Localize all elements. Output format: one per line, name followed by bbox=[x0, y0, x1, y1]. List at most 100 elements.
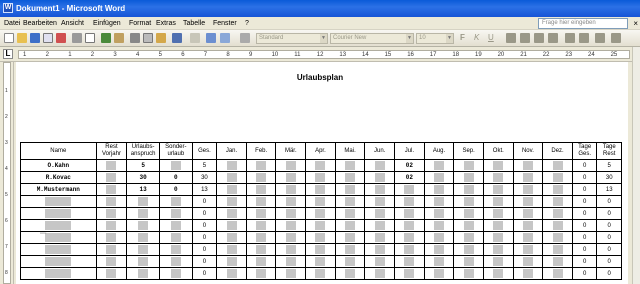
bold-button[interactable]: F bbox=[460, 33, 465, 43]
form-field-shading[interactable] bbox=[256, 269, 267, 278]
form-field-shading[interactable] bbox=[45, 269, 72, 278]
rest-vorjahr-cell[interactable] bbox=[95, 171, 128, 184]
bullets-icon[interactable] bbox=[579, 33, 589, 43]
font-size-dropdown[interactable]: 10 ▼ bbox=[416, 33, 454, 44]
form-field-shading[interactable] bbox=[493, 209, 504, 218]
justify-icon[interactable] bbox=[548, 33, 558, 43]
month-cell[interactable] bbox=[453, 207, 484, 220]
month-cell[interactable] bbox=[245, 171, 277, 184]
open-folder-icon[interactable] bbox=[17, 33, 27, 43]
form-field-shading[interactable] bbox=[493, 161, 504, 170]
month-cell[interactable] bbox=[542, 195, 573, 208]
form-field-shading[interactable] bbox=[226, 245, 237, 254]
month-cell[interactable] bbox=[512, 231, 544, 244]
month-cell[interactable] bbox=[275, 267, 307, 280]
form-field-shading[interactable] bbox=[45, 233, 72, 242]
form-field-shading[interactable] bbox=[106, 161, 117, 170]
form-field-shading[interactable] bbox=[463, 221, 474, 230]
form-field-shading[interactable] bbox=[285, 161, 296, 170]
form-field-shading[interactable] bbox=[463, 233, 474, 242]
form-field-shading[interactable] bbox=[345, 209, 356, 218]
month-cell[interactable] bbox=[275, 159, 307, 172]
anspruch-cell[interactable]: 13 bbox=[126, 183, 160, 196]
form-field-shading[interactable] bbox=[138, 233, 149, 242]
form-field-shading[interactable] bbox=[434, 245, 444, 254]
month-cell[interactable] bbox=[512, 267, 544, 280]
name-cell[interactable] bbox=[20, 255, 97, 268]
month-cell[interactable] bbox=[394, 207, 425, 220]
form-field-shading[interactable] bbox=[285, 185, 296, 194]
month-cell[interactable] bbox=[512, 255, 544, 268]
ruler-strip[interactable]: 1 2 1 2 3 4 5 6 7 8 9 10 11 12 13 14 15 16 17 18 19 20 21 22 23 2… bbox=[18, 50, 630, 59]
sonder-cell[interactable] bbox=[158, 207, 193, 220]
month-cell[interactable] bbox=[334, 207, 366, 220]
form-field-shading[interactable] bbox=[552, 233, 563, 242]
sonder-cell[interactable] bbox=[158, 255, 193, 268]
form-field-shading[interactable] bbox=[404, 197, 415, 206]
italic-button[interactable]: K bbox=[474, 33, 479, 43]
form-field-shading[interactable] bbox=[522, 257, 533, 266]
month-cell[interactable] bbox=[216, 195, 247, 208]
form-field-shading[interactable] bbox=[45, 257, 72, 266]
form-field-shading[interactable] bbox=[256, 233, 267, 242]
form-field-shading[interactable] bbox=[285, 233, 296, 242]
form-field-shading[interactable] bbox=[106, 209, 117, 218]
table-row[interactable]: M.Mustermann 13 0 13 0 13 bbox=[20, 183, 622, 196]
form-field-shading[interactable] bbox=[493, 197, 504, 206]
underline-button[interactable]: U bbox=[488, 33, 494, 43]
form-field-shading[interactable] bbox=[345, 221, 356, 230]
form-field-shading[interactable] bbox=[285, 269, 296, 278]
form-field-shading[interactable] bbox=[256, 197, 267, 206]
form-field-shading[interactable] bbox=[552, 197, 563, 206]
month-cell[interactable] bbox=[512, 183, 544, 196]
form-field-shading[interactable] bbox=[285, 173, 296, 182]
help-search-input[interactable]: Frage hier eingeben bbox=[538, 18, 628, 29]
form-field-shading[interactable] bbox=[522, 185, 533, 194]
form-field-shading[interactable] bbox=[434, 233, 444, 242]
table-row[interactable]: 000 bbox=[20, 255, 622, 268]
month-cell[interactable] bbox=[275, 183, 307, 196]
month-cell[interactable] bbox=[453, 171, 484, 184]
rest-vorjahr-cell[interactable] bbox=[95, 183, 128, 196]
month-cell[interactable] bbox=[245, 231, 277, 244]
month-cell[interactable] bbox=[512, 171, 544, 184]
form-field-shading[interactable] bbox=[256, 209, 267, 218]
form-field-shading[interactable] bbox=[463, 173, 474, 182]
month-cell[interactable] bbox=[364, 159, 396, 172]
form-field-shading[interactable] bbox=[226, 209, 237, 218]
anspruch-cell[interactable] bbox=[126, 255, 160, 268]
name-cell[interactable] bbox=[20, 267, 97, 280]
month-cell[interactable] bbox=[394, 195, 425, 208]
month-cell[interactable] bbox=[512, 219, 544, 232]
form-field-shading[interactable] bbox=[522, 197, 533, 206]
style-dropdown[interactable]: Standard ▼ bbox=[256, 33, 328, 44]
month-cell[interactable] bbox=[245, 183, 277, 196]
month-cell[interactable] bbox=[334, 267, 366, 280]
month-cell[interactable] bbox=[216, 183, 247, 196]
research-icon[interactable] bbox=[114, 33, 124, 43]
form-field-shading[interactable] bbox=[374, 185, 385, 194]
form-field-shading[interactable] bbox=[256, 173, 267, 182]
print-preview-icon[interactable] bbox=[85, 33, 95, 43]
month-cell[interactable] bbox=[275, 243, 307, 256]
month-cell[interactable] bbox=[394, 255, 425, 268]
month-cell[interactable] bbox=[364, 255, 396, 268]
month-cell[interactable] bbox=[453, 243, 484, 256]
sonder-cell[interactable] bbox=[158, 231, 193, 244]
month-cell[interactable] bbox=[305, 255, 336, 268]
form-field-shading[interactable] bbox=[463, 257, 474, 266]
anspruch-cell[interactable] bbox=[126, 195, 160, 208]
rest-vorjahr-cell[interactable] bbox=[95, 159, 128, 172]
form-field-shading[interactable] bbox=[315, 233, 326, 242]
form-field-shading[interactable] bbox=[404, 209, 415, 218]
rest-vorjahr-cell[interactable] bbox=[95, 267, 128, 280]
form-field-shading[interactable] bbox=[404, 269, 415, 278]
form-field-shading[interactable] bbox=[493, 257, 504, 266]
month-cell[interactable] bbox=[542, 219, 573, 232]
name-cell[interactable]: R.Kovac bbox=[20, 171, 97, 184]
anspruch-cell[interactable] bbox=[126, 231, 160, 244]
form-field-shading[interactable] bbox=[552, 161, 563, 170]
form-field-shading[interactable] bbox=[345, 173, 356, 182]
name-cell[interactable] bbox=[20, 231, 97, 244]
form-field-shading[interactable] bbox=[463, 209, 474, 218]
